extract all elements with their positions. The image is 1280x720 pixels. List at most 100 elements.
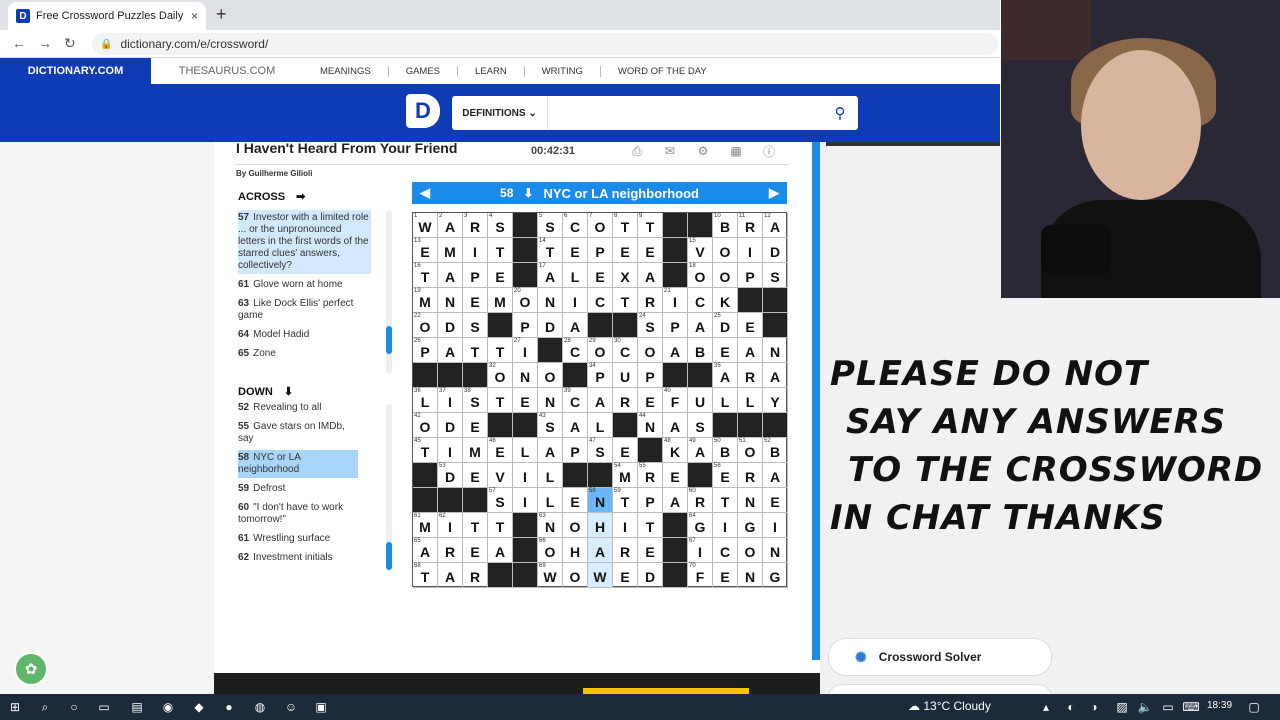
grid-cell[interactable]: 7O (588, 213, 613, 238)
grid-cell[interactable]: P (563, 438, 588, 463)
grid-cell[interactable]: 16 T (413, 263, 438, 288)
app-icon[interactable]: ◆ (191, 699, 207, 715)
grid-icon[interactable]: ▦ (726, 142, 746, 160)
grid-cell[interactable]: R (738, 463, 763, 488)
grid-cell[interactable]: 9T (638, 213, 663, 238)
grid-cell[interactable]: 43 S (538, 413, 563, 438)
grid-cell[interactable]: L (513, 438, 538, 463)
grid-cell[interactable]: H (563, 538, 588, 563)
grid-cell[interactable]: N (538, 288, 563, 313)
grid-cell[interactable]: E (488, 263, 513, 288)
grid-cell[interactable]: I (713, 513, 738, 538)
grid-cell[interactable]: 4S (488, 213, 513, 238)
grid-cell[interactable]: E (463, 288, 488, 313)
tray-icon-3[interactable]: ◑ (1086, 699, 1102, 715)
tray-icon-2[interactable]: ◐ (1063, 699, 1079, 715)
grid-cell[interactable]: 39 C (563, 388, 588, 413)
grid-cell[interactable]: U (613, 363, 638, 388)
grid-cell[interactable]: N (438, 288, 463, 313)
grid-cell[interactable]: T (713, 488, 738, 513)
grid-cell[interactable]: 56 E (713, 463, 738, 488)
grid-cell[interactable]: T (488, 388, 513, 413)
grid-cell[interactable]: 57 S (488, 488, 513, 513)
grid-cell[interactable]: I (613, 513, 638, 538)
grid-cell[interactable]: O (738, 538, 763, 563)
back-icon[interactable]: ← (12, 35, 26, 51)
grid-cell[interactable]: 21 I (663, 288, 688, 313)
grid-cell[interactable]: 52 B (763, 438, 788, 463)
grid-cell[interactable]: W (588, 563, 613, 588)
grid-cell[interactable]: I (513, 488, 538, 513)
grid-cell[interactable]: G (738, 513, 763, 538)
grid-cell[interactable]: L (538, 463, 563, 488)
grid-cell[interactable]: D (438, 413, 463, 438)
grid-cell[interactable]: Y (763, 388, 788, 413)
grid-cell[interactable]: 8T (613, 213, 638, 238)
down-clue[interactable]: 52 Revealing to all (238, 400, 358, 416)
grid-cell[interactable]: 10 B (713, 213, 738, 238)
close-icon[interactable]: × (191, 9, 198, 23)
tray-icon-4[interactable]: ▨ (1114, 699, 1130, 715)
grid-cell[interactable]: P (638, 488, 663, 513)
grid-cell[interactable]: A (563, 313, 588, 338)
grid-cell[interactable]: R (613, 538, 638, 563)
volume-icon[interactable]: 🔈 (1137, 699, 1153, 715)
grid-cell[interactable]: E (613, 238, 638, 263)
menu-learn[interactable]: LEARN (458, 65, 525, 77)
grid-cell[interactable]: H (588, 513, 613, 538)
grid-cell[interactable]: A (763, 363, 788, 388)
grid-cell[interactable]: A (688, 313, 713, 338)
grid-cell[interactable]: E (713, 338, 738, 363)
discord-icon[interactable]: ☺ (283, 699, 299, 715)
grid-cell[interactable]: O (713, 238, 738, 263)
grid-cell[interactable]: 53 D (438, 463, 463, 488)
grid-cell[interactable]: T (613, 288, 638, 313)
tray-icon-1[interactable]: ▴ (1038, 699, 1054, 715)
down-scrollbar[interactable] (386, 404, 392, 570)
across-clue[interactable]: 57 Investor with a limited role ... or th… (238, 210, 371, 274)
grid-cell[interactable]: 28 C (563, 338, 588, 363)
obs-icon[interactable]: ◍ (252, 699, 268, 715)
grid-cell[interactable]: C (688, 288, 713, 313)
browser-tab[interactable]: D Free Crossword Puzzles Daily | Di × (8, 2, 206, 30)
grid-cell[interactable]: P (738, 263, 763, 288)
grid-cell[interactable]: A (563, 413, 588, 438)
grid-cell[interactable]: O (563, 563, 588, 588)
grid-cell[interactable]: 70 F (688, 563, 713, 588)
grid-cell[interactable]: I (438, 438, 463, 463)
grid-cell[interactable]: E (638, 388, 663, 413)
keyboard-icon[interactable]: ⌨ (1182, 699, 1199, 715)
task-view-icon[interactable]: ▭ (96, 699, 112, 715)
grid-cell[interactable]: I (463, 238, 488, 263)
grid-cell[interactable]: E (713, 563, 738, 588)
grid-cell[interactable]: 66 O (538, 538, 563, 563)
grid-cell[interactable]: 37 I (438, 388, 463, 413)
grid-cell[interactable]: T (488, 238, 513, 263)
down-clue[interactable]: 60 "I don't have to work tomorrow!" (238, 500, 358, 528)
grid-cell[interactable]: E (463, 413, 488, 438)
grid-cell[interactable]: 20 O (513, 288, 538, 313)
grid-cell[interactable]: A (738, 338, 763, 363)
grid-cell[interactable]: 30 C (613, 338, 638, 363)
grid-cell[interactable]: R (438, 538, 463, 563)
grid-cell[interactable]: 29 O (588, 338, 613, 363)
grid-cell[interactable]: 45 T (413, 438, 438, 463)
grid-cell[interactable]: L (538, 488, 563, 513)
grid-cell[interactable]: E (463, 463, 488, 488)
windows-start-icon[interactable]: ⊞ (7, 699, 23, 715)
grid-cell[interactable]: 12 A (763, 213, 788, 238)
grid-cell[interactable]: 2A (438, 213, 463, 238)
grid-cell[interactable]: 15 V (688, 238, 713, 263)
grid-cell[interactable]: 26 P (413, 338, 438, 363)
grid-cell[interactable]: 36 L (413, 388, 438, 413)
grid-cell[interactable]: T (463, 338, 488, 363)
grid-cell[interactable]: 67 I (688, 538, 713, 563)
grid-cell[interactable]: C (713, 538, 738, 563)
grid-cell[interactable]: D (538, 313, 563, 338)
grid-cell[interactable]: E (638, 538, 663, 563)
grid-cell[interactable]: D (763, 238, 788, 263)
grid-cell[interactable]: M (488, 288, 513, 313)
grid-cell[interactable]: A (438, 338, 463, 363)
grid-cell[interactable]: S (688, 413, 713, 438)
grid-cell[interactable]: 59 T (613, 488, 638, 513)
